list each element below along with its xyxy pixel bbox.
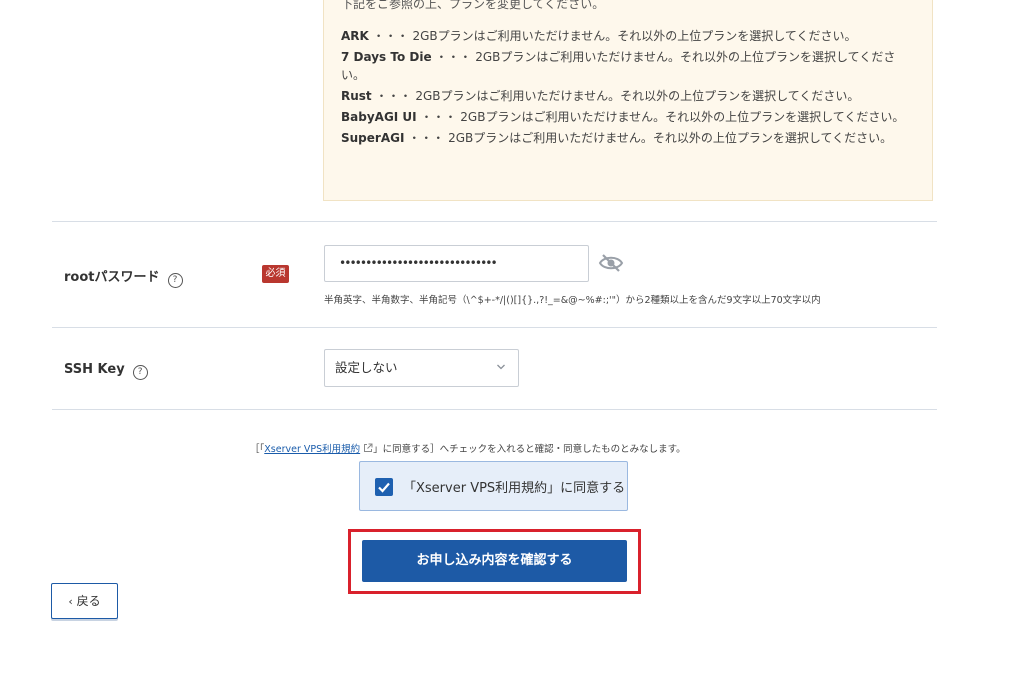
plan-notice-box: 下記をご参照の上、プランを変更してください。 ARK ・・・ 2GBプランはご利…	[323, 0, 933, 201]
required-badge: 必須	[262, 265, 289, 283]
terms-note: ［「Xserver VPS利用規約 」に同意する］へチェックを入れると確認・同意し…	[250, 441, 686, 455]
notice-item-text: ・・・ 2GBプランはご利用いただけません。それ以外の上位プランを選択してくださ…	[375, 89, 860, 103]
root-password-label: rootパスワード	[64, 270, 160, 285]
notice-item-name: Rust	[341, 89, 372, 103]
notice-item-name: ARK	[341, 29, 369, 43]
notice-item-name: SuperAGI	[341, 131, 405, 145]
notice-item-name: 7 Days To Die	[341, 50, 432, 64]
root-password-label-row: rootパスワード?	[64, 266, 183, 288]
terms-agree-label: 「Xserver VPS利用規約」に同意する	[403, 481, 626, 496]
back-button-label: 戻る	[76, 594, 101, 608]
chevron-down-icon	[497, 364, 505, 370]
ssh-key-selected-value: 設定しない	[335, 360, 398, 375]
notice-item: 7 Days To Die ・・・ 2GBプランはご利用いただけません。それ以外…	[341, 48, 916, 84]
notice-item-name: BabyAGI UI	[341, 110, 417, 124]
back-button[interactable]: ‹ 戻る	[51, 583, 118, 619]
notice-item-text: ・・・ 2GBプランはご利用いただけません。それ以外の上位プランを選択してくださ…	[420, 110, 905, 124]
divider	[52, 221, 937, 222]
notice-item: Rust ・・・ 2GBプランはご利用いただけません。それ以外の上位プランを選択…	[341, 87, 916, 105]
eye-off-icon[interactable]	[598, 253, 624, 273]
terms-agree-checkbox[interactable]	[375, 478, 393, 496]
notice-top-text: 下記をご参照の上、プランを変更してください。	[341, 0, 605, 11]
ssh-key-label: SSH Key	[64, 362, 125, 377]
help-icon[interactable]: ?	[132, 365, 148, 380]
terms-agree-checkbox-container[interactable]: 「Xserver VPS利用規約」に同意する	[359, 461, 628, 511]
divider	[52, 327, 937, 328]
notice-list: ARK ・・・ 2GBプランはご利用いただけません。それ以外の上位プランを選択し…	[341, 27, 916, 150]
external-link-icon	[364, 443, 373, 452]
terms-note-prefix: ［「	[250, 444, 265, 455]
terms-note-suffix: 」に同意する］へチェックを入れると確認・同意したものとみなします。	[373, 444, 686, 455]
notice-item: SuperAGI ・・・ 2GBプランはご利用いただけません。それ以外の上位プラ…	[341, 129, 916, 147]
divider	[52, 409, 937, 410]
ssh-key-select[interactable]: 設定しない	[324, 349, 519, 387]
root-password-input[interactable]: ••••••••••••••••••••••••••••••	[324, 245, 589, 282]
confirm-application-button[interactable]: お申し込み内容を確認する	[362, 540, 627, 582]
chevron-left-icon: ‹	[68, 595, 73, 608]
ssh-key-label-row: SSH Key?	[64, 362, 148, 380]
terms-link[interactable]: Xserver VPS利用規約	[264, 444, 360, 455]
notice-item-text: ・・・ 2GBプランはご利用いただけません。それ以外の上位プランを選択してくださ…	[372, 29, 857, 43]
notice-item: ARK ・・・ 2GBプランはご利用いただけません。それ以外の上位プランを選択し…	[341, 27, 916, 45]
password-hint: 半角英字、半角数字、半角記号（\^$+-*/|()[]{}.,?!_=&@~%#…	[324, 295, 821, 306]
notice-item-text: ・・・ 2GBプランはご利用いただけません。それ以外の上位プランを選択してくださ…	[408, 131, 893, 145]
notice-item: BabyAGI UI ・・・ 2GBプランはご利用いただけません。それ以外の上位…	[341, 108, 916, 126]
help-icon[interactable]: ?	[167, 273, 183, 288]
checkmark-icon	[378, 482, 390, 493]
